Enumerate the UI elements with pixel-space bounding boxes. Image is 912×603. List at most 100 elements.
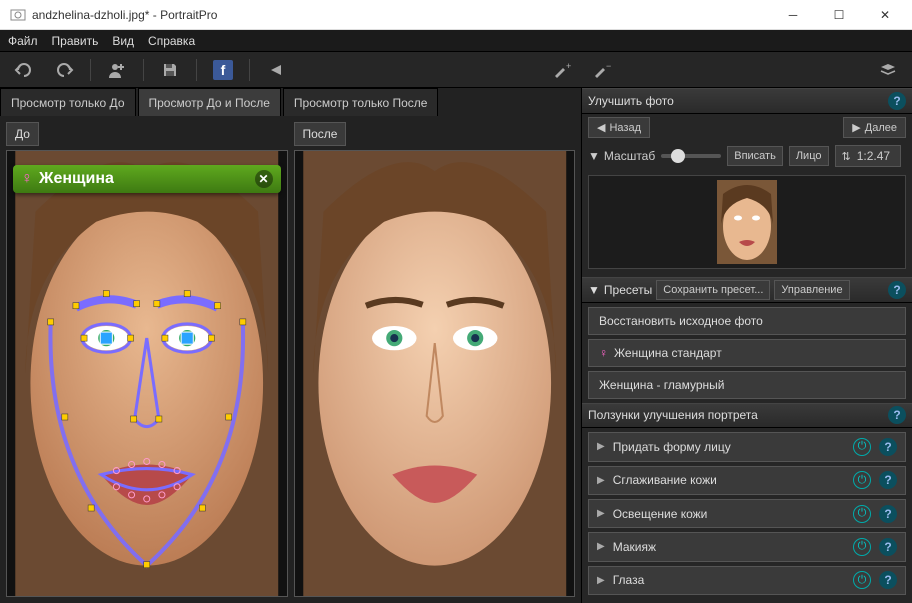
before-label: До	[6, 122, 39, 146]
menubar: Файл Править Вид Справка	[0, 30, 912, 52]
right-triangle-icon: ▶	[597, 541, 605, 552]
right-pane: Улучшить фото ? ◀Назад ▶Далее ▼Масштаб В…	[582, 88, 912, 603]
after-column: После	[294, 122, 576, 597]
slider-skin-smoothing[interactable]: ▶Сглаживание кожи⏻?	[588, 466, 906, 495]
power-icon[interactable]: ⏻	[853, 505, 871, 523]
layers-button[interactable]	[872, 56, 904, 84]
tab-before-only[interactable]: Просмотр только До	[0, 88, 136, 116]
tab-after-only[interactable]: Просмотр только После	[283, 88, 439, 116]
presets-header: ▼ Пресеты Сохранить пресет... Управление…	[582, 277, 912, 303]
next-button[interactable]: ▶Далее	[843, 117, 906, 138]
close-button[interactable]: ✕	[862, 0, 908, 30]
zoom-slider[interactable]	[661, 154, 721, 158]
minimize-button[interactable]: ─	[770, 0, 816, 30]
thumbnail-strip[interactable]	[588, 175, 906, 269]
sliders-header: Ползунки улучшения портрета ?	[582, 403, 912, 429]
zoom-stepper[interactable]: ⇅1:2.47	[835, 145, 902, 167]
power-icon[interactable]: ⏻	[853, 471, 871, 489]
down-triangle-icon: ▼	[588, 283, 600, 297]
scale-label: ▼Масштаб	[588, 149, 655, 163]
help-icon[interactable]: ?	[879, 505, 897, 523]
separator	[90, 59, 91, 81]
save-button[interactable]	[154, 56, 186, 84]
preset-female-glamour[interactable]: Женщина - гламурный	[588, 371, 906, 399]
zoom-readout: 1:2.47	[853, 149, 894, 163]
help-icon[interactable]: ?	[888, 92, 906, 110]
left-pane: Просмотр только До Просмотр До и После П…	[0, 88, 582, 603]
share-button[interactable]	[260, 56, 292, 84]
stepper-icon: ⇅	[842, 150, 851, 163]
slider-face-shape[interactable]: ▶Придать форму лицу⏻?	[588, 432, 906, 461]
slider-list: ▶Придать форму лицу⏻? ▶Сглаживание кожи⏻…	[582, 428, 912, 603]
nav-row: ◀Назад ▶Далее	[582, 114, 912, 142]
redo-button[interactable]	[48, 56, 80, 84]
menu-edit[interactable]: Править	[52, 34, 99, 48]
view-tabs: Просмотр только До Просмотр До и После П…	[0, 88, 581, 116]
brush-remove-button[interactable]: −	[586, 56, 618, 84]
slider-makeup[interactable]: ▶Макияж⏻?	[588, 532, 906, 561]
enhance-header: Улучшить фото ?	[582, 88, 912, 114]
menu-view[interactable]: Вид	[112, 34, 134, 48]
right-triangle-icon: ▶	[597, 575, 605, 586]
svg-text:+: +	[566, 62, 571, 71]
back-button[interactable]: ◀Назад	[588, 117, 650, 138]
left-triangle-icon: ◀	[597, 121, 605, 134]
down-triangle-icon: ▼	[588, 149, 600, 163]
after-label: После	[294, 122, 347, 146]
help-icon[interactable]: ?	[888, 281, 906, 299]
undo-button[interactable]	[8, 56, 40, 84]
right-triangle-icon: ▶	[597, 441, 605, 452]
gender-badge-close[interactable]: ✕	[255, 170, 273, 188]
face-button[interactable]: Лицо	[789, 146, 829, 166]
after-image[interactable]	[294, 150, 576, 597]
scale-row: ▼Масштаб Вписать Лицо ⇅1:2.47	[582, 142, 912, 171]
enhance-title: Улучшить фото	[588, 94, 674, 108]
preset-female-standard[interactable]: ♀Женщина стандарт	[588, 339, 906, 367]
brush-add-button[interactable]: +	[546, 56, 578, 84]
face-after	[295, 151, 575, 596]
gender-badge: ♀ Женщина ✕	[13, 165, 281, 193]
main-area: Просмотр только До Просмотр До и После П…	[0, 88, 912, 603]
titlebar: andzhelina-dzholi.jpg* - PortraitPro ─ ☐…	[0, 0, 912, 30]
separator	[196, 59, 197, 81]
slider-knob[interactable]	[671, 149, 685, 163]
help-icon[interactable]: ?	[879, 471, 897, 489]
app-root: Файл Править Вид Справка f + − Просмотр …	[0, 30, 912, 603]
power-icon[interactable]: ⏻	[853, 571, 871, 589]
slider-skin-lighting[interactable]: ▶Освещение кожи⏻?	[588, 499, 906, 528]
face-thumbnail[interactable]	[717, 180, 777, 264]
help-icon[interactable]: ?	[879, 538, 897, 556]
save-preset-button[interactable]: Сохранить пресет...	[656, 280, 770, 300]
presets-label: Пресеты	[604, 283, 652, 297]
female-icon: ♀	[21, 170, 33, 188]
preset-restore[interactable]: Восстановить исходное фото	[588, 307, 906, 335]
view-area: До	[0, 116, 581, 603]
tab-before-after[interactable]: Просмотр До и После	[138, 88, 281, 116]
manage-presets-button[interactable]: Управление	[774, 280, 849, 300]
separator	[249, 59, 250, 81]
facebook-icon: f	[213, 60, 233, 80]
facebook-button[interactable]: f	[207, 56, 239, 84]
face-with-markers	[7, 151, 287, 596]
add-person-button[interactable]	[101, 56, 133, 84]
power-icon[interactable]: ⏻	[853, 438, 871, 456]
preset-list: Восстановить исходное фото ♀Женщина стан…	[582, 303, 912, 403]
menu-file[interactable]: Файл	[8, 34, 38, 48]
fit-button[interactable]: Вписать	[727, 146, 783, 166]
separator	[143, 59, 144, 81]
sliders-title: Ползунки улучшения портрета	[588, 408, 758, 422]
menu-help[interactable]: Справка	[148, 34, 195, 48]
slider-eyes[interactable]: ▶Глаза⏻?	[588, 566, 906, 595]
app-icon	[10, 7, 26, 23]
help-icon[interactable]: ?	[879, 438, 897, 456]
power-icon[interactable]: ⏻	[853, 538, 871, 556]
window-title: andzhelina-dzholi.jpg* - PortraitPro	[32, 8, 770, 22]
help-icon[interactable]: ?	[879, 571, 897, 589]
before-image[interactable]: ♀ Женщина ✕	[6, 150, 288, 597]
toolbar: f + −	[0, 52, 912, 88]
female-icon: ♀	[599, 346, 608, 360]
help-icon[interactable]: ?	[888, 406, 906, 424]
right-triangle-icon: ▶	[597, 508, 605, 519]
right-triangle-icon: ▶	[852, 121, 860, 134]
maximize-button[interactable]: ☐	[816, 0, 862, 30]
